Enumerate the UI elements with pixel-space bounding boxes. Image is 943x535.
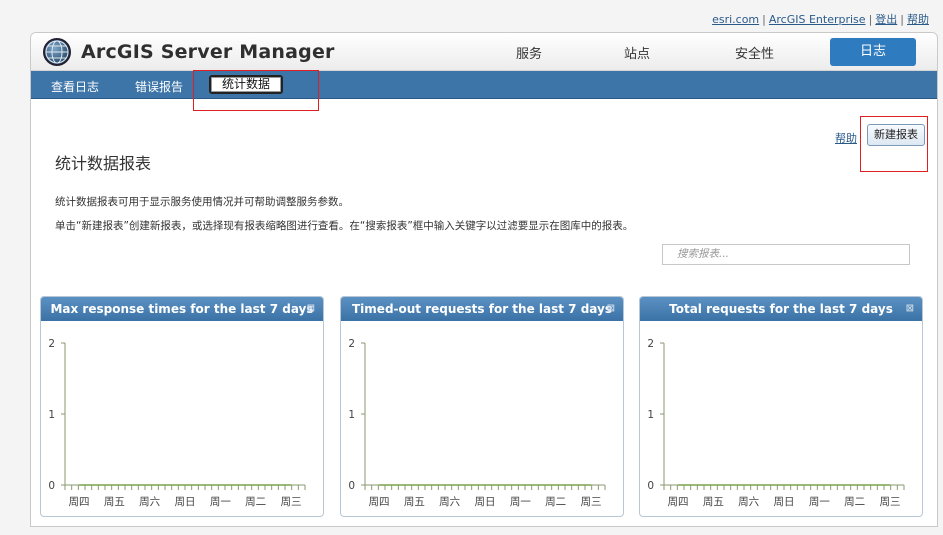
help-link[interactable]: 帮助 [835, 130, 857, 146]
subnav: 查看日志 错误报告 统计数据 [31, 71, 937, 99]
x-tick-label: 周四 [369, 496, 390, 508]
app-header: ArcGIS Server Manager 服务 站点 安全性 日志 [31, 33, 937, 71]
chart-panel-total-requests[interactable]: Total requests for the last 7 days ⊠ 0 1 2… [639, 296, 923, 517]
x-tick-label: 周一 [809, 496, 830, 508]
chart-panel-max-response[interactable]: Max response times for the last 7 days ⊠… [40, 296, 324, 517]
chart-title: Total requests for the last 7 days ⊠ [640, 297, 922, 321]
x-tick-label: 周二 [545, 496, 566, 508]
separator: | [762, 13, 766, 26]
chart-panel-timed-out[interactable]: Timed-out requests for the last 7 days ⊠… [340, 296, 624, 517]
x-tick-label: 周二 [844, 496, 865, 508]
highlight-box-statistics [193, 70, 319, 111]
separator: | [868, 13, 873, 26]
close-icon[interactable]: ⊠ [906, 297, 914, 321]
nav-security[interactable]: 安全性 [735, 43, 774, 62]
y-tick-label: 0 [647, 480, 654, 492]
page-title: 统计数据报表 [55, 154, 152, 173]
x-tick-label: 周五 [404, 496, 425, 508]
y-tick-label: 0 [48, 480, 55, 492]
nav-logs[interactable]: 日志 [830, 38, 916, 66]
chart-title-text: Timed-out requests for the last 7 days [352, 302, 612, 316]
x-tick-label: 周一 [210, 496, 231, 508]
description-line-1: 统计数据报表可用于显示服务使用情况并可帮助调整服务参数。 [55, 196, 349, 208]
y-tick-label: 0 [348, 480, 355, 492]
x-tick-label: 周日 [774, 496, 795, 508]
close-icon[interactable]: ⊠ [607, 297, 615, 321]
app-frame: ArcGIS Server Manager 服务 站点 安全性 日志 查看日志 … [30, 32, 938, 527]
chart-svg: 0 1 2 周四 周五 周六 周日 周一 周二 周三 [647, 338, 905, 508]
globe-icon [43, 38, 71, 66]
x-tick-label: 周四 [668, 496, 689, 508]
x-tick-label: 周二 [245, 496, 266, 508]
subnav-view-logs[interactable]: 查看日志 [51, 78, 99, 95]
logout-link[interactable]: 登出 [875, 13, 897, 26]
esri-link[interactable]: esri.com [712, 13, 759, 26]
y-tick-label: 1 [348, 409, 355, 421]
search-input[interactable]: 搜索报表... [662, 244, 910, 265]
x-tick-label: 周三 [281, 496, 302, 508]
x-tick-label: 周五 [104, 496, 125, 508]
chart-title-text: Max response times for the last 7 days [50, 302, 314, 316]
chart-svg: 0 1 2 周四 周五 周六 周日 周一 周二 周三 [348, 338, 606, 508]
subnav-error-reports[interactable]: 错误报告 [135, 78, 183, 95]
page: esri.com | ArcGIS Enterprise | 登出 | 帮助 ArcGIS … [0, 0, 943, 535]
help-link-top[interactable]: 帮助 [907, 13, 929, 26]
x-tick-label: 周六 [139, 496, 160, 508]
separator: | [900, 13, 904, 26]
x-tick-label: 周六 [439, 496, 460, 508]
highlight-box-new-report [860, 116, 928, 172]
y-tick-label: 2 [348, 338, 355, 350]
nav-site[interactable]: 站点 [624, 43, 650, 62]
top-links: esri.com | ArcGIS Enterprise | 登出 | 帮助 [712, 11, 929, 27]
chart-title: Max response times for the last 7 days ⊠ [41, 297, 323, 321]
chart-svg: 0 1 2 周四 周五 周六 周日 周一 周二 周三 [48, 338, 306, 508]
x-tick-label: 周三 [581, 496, 602, 508]
close-icon[interactable]: ⊠ [307, 297, 315, 321]
y-tick-label: 1 [647, 409, 654, 421]
y-tick-label: 2 [647, 338, 654, 350]
x-tick-label: 周六 [738, 496, 759, 508]
x-tick-label: 周日 [475, 496, 496, 508]
x-tick-label: 周一 [510, 496, 531, 508]
enterprise-link[interactable]: ArcGIS Enterprise [769, 13, 866, 26]
y-tick-label: 1 [48, 409, 55, 421]
x-tick-label: 周五 [703, 496, 724, 508]
chart-title-text: Total requests for the last 7 days [669, 302, 893, 316]
chart-title: Timed-out requests for the last 7 days ⊠ [341, 297, 623, 321]
description-line-2: 单击“新建报表”创建新报表，或选择现有报表缩略图进行查看。在“搜索报表”框中输入… [55, 220, 634, 232]
x-tick-label: 周日 [175, 496, 196, 508]
x-tick-label: 周三 [880, 496, 901, 508]
x-tick-label: 周四 [69, 496, 90, 508]
app-title: ArcGIS Server Manager [81, 41, 335, 63]
y-tick-label: 2 [48, 338, 55, 350]
nav-services[interactable]: 服务 [516, 43, 542, 62]
